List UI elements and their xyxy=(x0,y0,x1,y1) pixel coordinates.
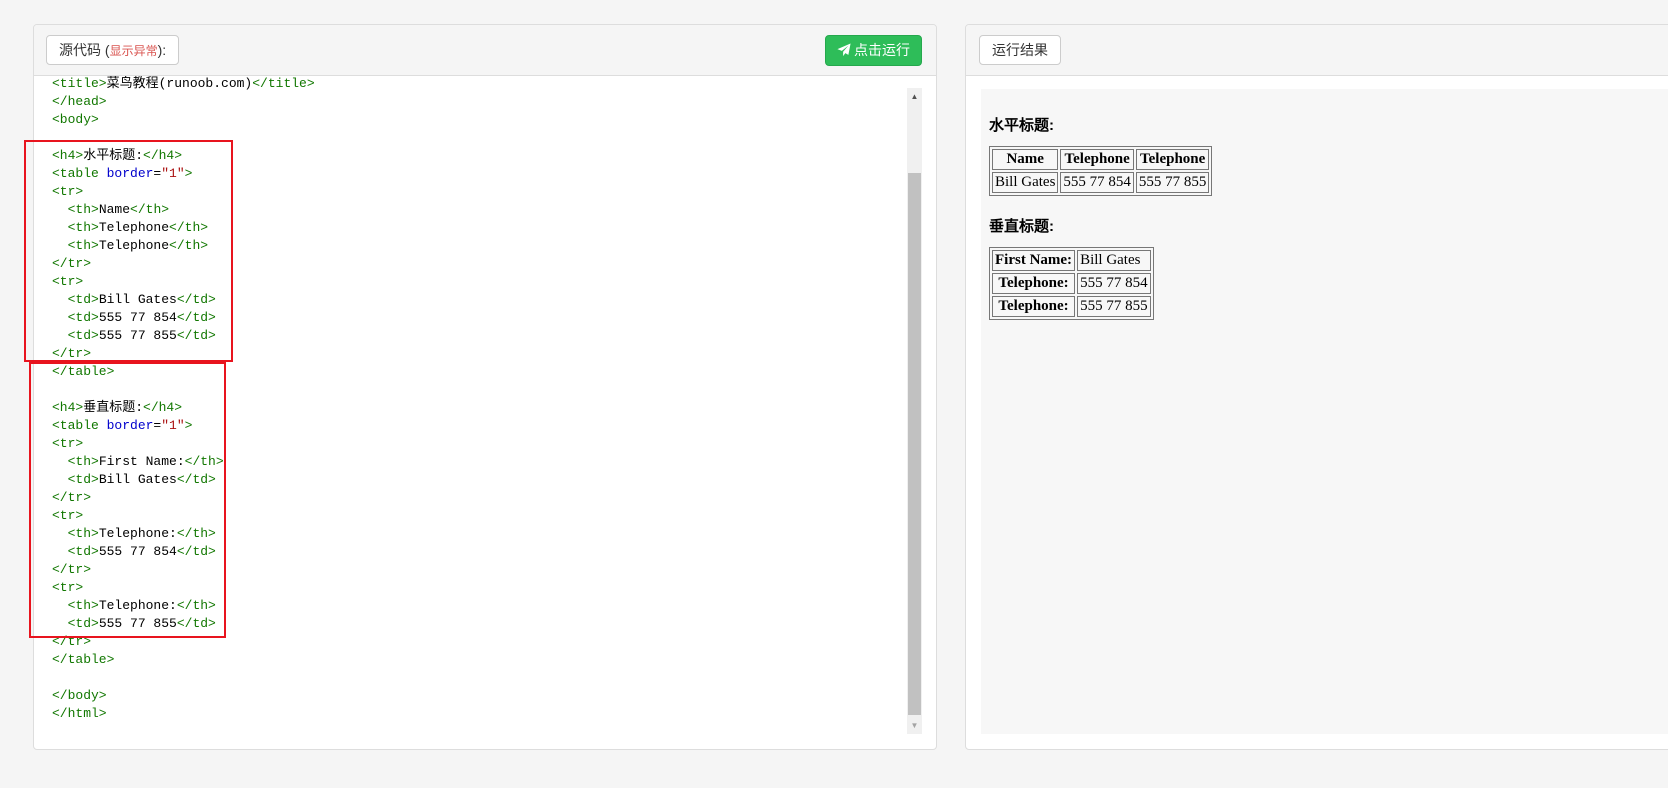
vertical-table: First Name: Bill Gates Telephone: 555 77… xyxy=(989,247,1154,320)
table-row: Telephone: 555 77 855 xyxy=(992,296,1151,317)
table-cell: Bill Gates xyxy=(1077,250,1151,271)
code-line: ​ xyxy=(52,669,315,687)
code-token: </html> xyxy=(52,706,107,721)
scroll-up-arrow-icon[interactable]: ▲ xyxy=(907,88,922,105)
code-line: </body> xyxy=(52,687,315,705)
table-cell: Bill Gates xyxy=(992,172,1059,193)
show-error-link[interactable]: 显示异常 xyxy=(110,44,158,58)
result-panel: 运行结果 水平标题: Name Telephone Telephone Bill… xyxy=(965,24,1668,750)
table-header-cell: Name xyxy=(992,149,1059,170)
source-code-tab[interactable]: 源代码 (显示异常): xyxy=(46,35,180,65)
table-row: Name Telephone Telephone xyxy=(992,149,1210,170)
table-header-cell: Telephone xyxy=(1060,149,1134,170)
code-line: </html> xyxy=(52,705,315,723)
editor-scrollbar[interactable]: ▲ ▼ xyxy=(907,88,922,734)
vertical-heading: 垂直标题: xyxy=(989,218,1054,235)
result-preview: 水平标题: Name Telephone Telephone Bill Gate… xyxy=(981,89,1668,734)
run-button-label: 点击运行 xyxy=(854,42,910,58)
source-panel-header: 源代码 (显示异常): 点击运行 xyxy=(34,25,936,76)
source-code-suffix: ): xyxy=(157,42,167,58)
code-token: </title> xyxy=(252,76,315,91)
table-cell: 555 77 855 xyxy=(1077,296,1151,317)
table-cell: 555 77 854 xyxy=(1077,273,1151,294)
code-token: </body> xyxy=(52,688,107,703)
code-line: </table> xyxy=(52,651,315,669)
horizontal-heading: 水平标题: xyxy=(989,117,1054,134)
scrollbar-thumb[interactable] xyxy=(908,173,921,715)
source-code-label: 源代码 ( xyxy=(59,42,110,58)
result-tab[interactable]: 运行结果 xyxy=(979,35,1061,65)
table-row: First Name: Bill Gates xyxy=(992,250,1151,271)
table-header-cell: Telephone: xyxy=(992,273,1076,294)
table-cell: 555 77 854 xyxy=(1060,172,1134,193)
code-token: </table> xyxy=(52,652,115,667)
code-token: </head> xyxy=(52,94,107,109)
highlight-box-vertical xyxy=(29,362,226,638)
table-row: Bill Gates 555 77 854 555 77 855 xyxy=(992,172,1210,193)
table-header-cell: Telephone xyxy=(1135,149,1210,170)
code-token: <title> xyxy=(52,76,107,91)
table-cell: 555 77 855 xyxy=(1135,172,1210,193)
table-header-cell: Telephone: xyxy=(992,296,1076,317)
code-line: <title>菜鸟教程(runoob.com)</title> xyxy=(52,76,315,93)
code-line: <body> xyxy=(52,111,315,129)
scroll-down-arrow-icon[interactable]: ▼ xyxy=(907,717,922,734)
table-row: Telephone: 555 77 854 xyxy=(992,273,1151,294)
paper-plane-icon xyxy=(837,43,851,57)
code-token: 菜鸟教程(runoob.com) xyxy=(106,76,253,91)
code-line: </head> xyxy=(52,93,315,111)
result-panel-header: 运行结果 xyxy=(966,25,1668,76)
table-header-cell: First Name: xyxy=(992,250,1076,271)
highlight-box-horizontal xyxy=(24,140,233,362)
run-button[interactable]: 点击运行 xyxy=(825,35,922,66)
code-token: <body> xyxy=(52,112,99,127)
horizontal-table: Name Telephone Telephone Bill Gates 555 … xyxy=(989,146,1213,196)
